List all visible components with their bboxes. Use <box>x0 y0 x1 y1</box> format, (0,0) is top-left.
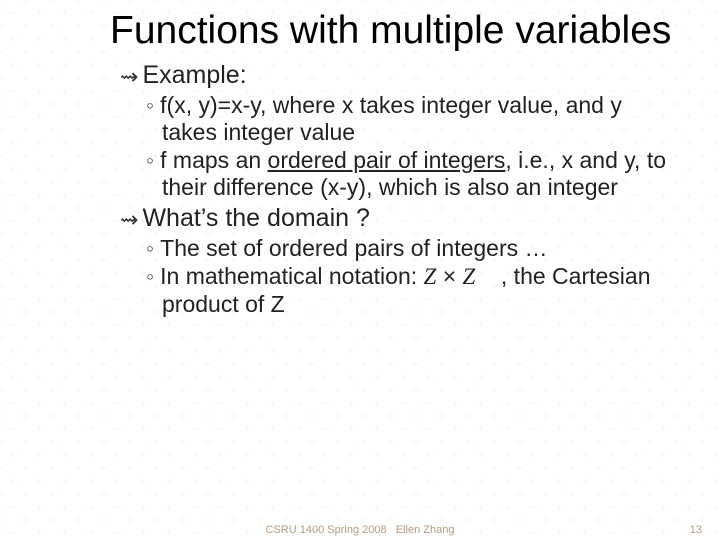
squiggle-arrow-icon: ⇝ <box>120 207 138 232</box>
bullet-text: The set of ordered pairs of integers … <box>160 235 547 261</box>
section-heading-example: ⇝Example: <box>120 60 680 90</box>
math-times: × <box>443 263 456 289</box>
ring-bullet-icon: ◦ <box>146 92 154 118</box>
slide: Functions with multiple variables ⇝Examp… <box>0 0 720 540</box>
bullet-text: f maps an ordered pair of integers, i.e.… <box>160 147 666 200</box>
section-heading-text: Example: <box>142 61 246 89</box>
bullet-item: ◦f maps an ordered pair of integers, i.e… <box>146 147 680 200</box>
squiggle-arrow-icon: ⇝ <box>120 64 138 89</box>
ring-bullet-icon: ◦ <box>146 263 154 289</box>
math-z: Z <box>424 264 437 289</box>
footer-center: CSRU 1400 Spring 2008 Ellen Zhang <box>266 524 455 536</box>
section-heading-domain: ⇝What’s the domain ? <box>120 203 680 233</box>
slide-title: Functions with multiple variables <box>110 10 680 52</box>
footer-author: Ellen Zhang <box>396 524 455 536</box>
section-heading-text: What’s the domain ? <box>142 204 369 232</box>
underlined-phrase: ordered pair of integers <box>268 147 506 173</box>
bullet-text: In mathematical notation: Z × Z , the Ca… <box>160 263 650 317</box>
footer-course: CSRU 1400 Spring 2008 <box>266 524 387 536</box>
bullet-item: ◦f(x, y)=x-y, where x takes integer valu… <box>146 92 680 145</box>
bullet-item: ◦In mathematical notation: Z × Z , the C… <box>146 263 680 317</box>
math-z: Z <box>463 264 476 289</box>
bullet-item: ◦The set of ordered pairs of integers … <box>146 235 680 262</box>
ring-bullet-icon: ◦ <box>146 235 154 261</box>
ring-bullet-icon: ◦ <box>146 147 154 173</box>
page-number: 13 <box>690 524 702 536</box>
bullet-text: f(x, y)=x-y, where x takes integer value… <box>160 92 622 145</box>
